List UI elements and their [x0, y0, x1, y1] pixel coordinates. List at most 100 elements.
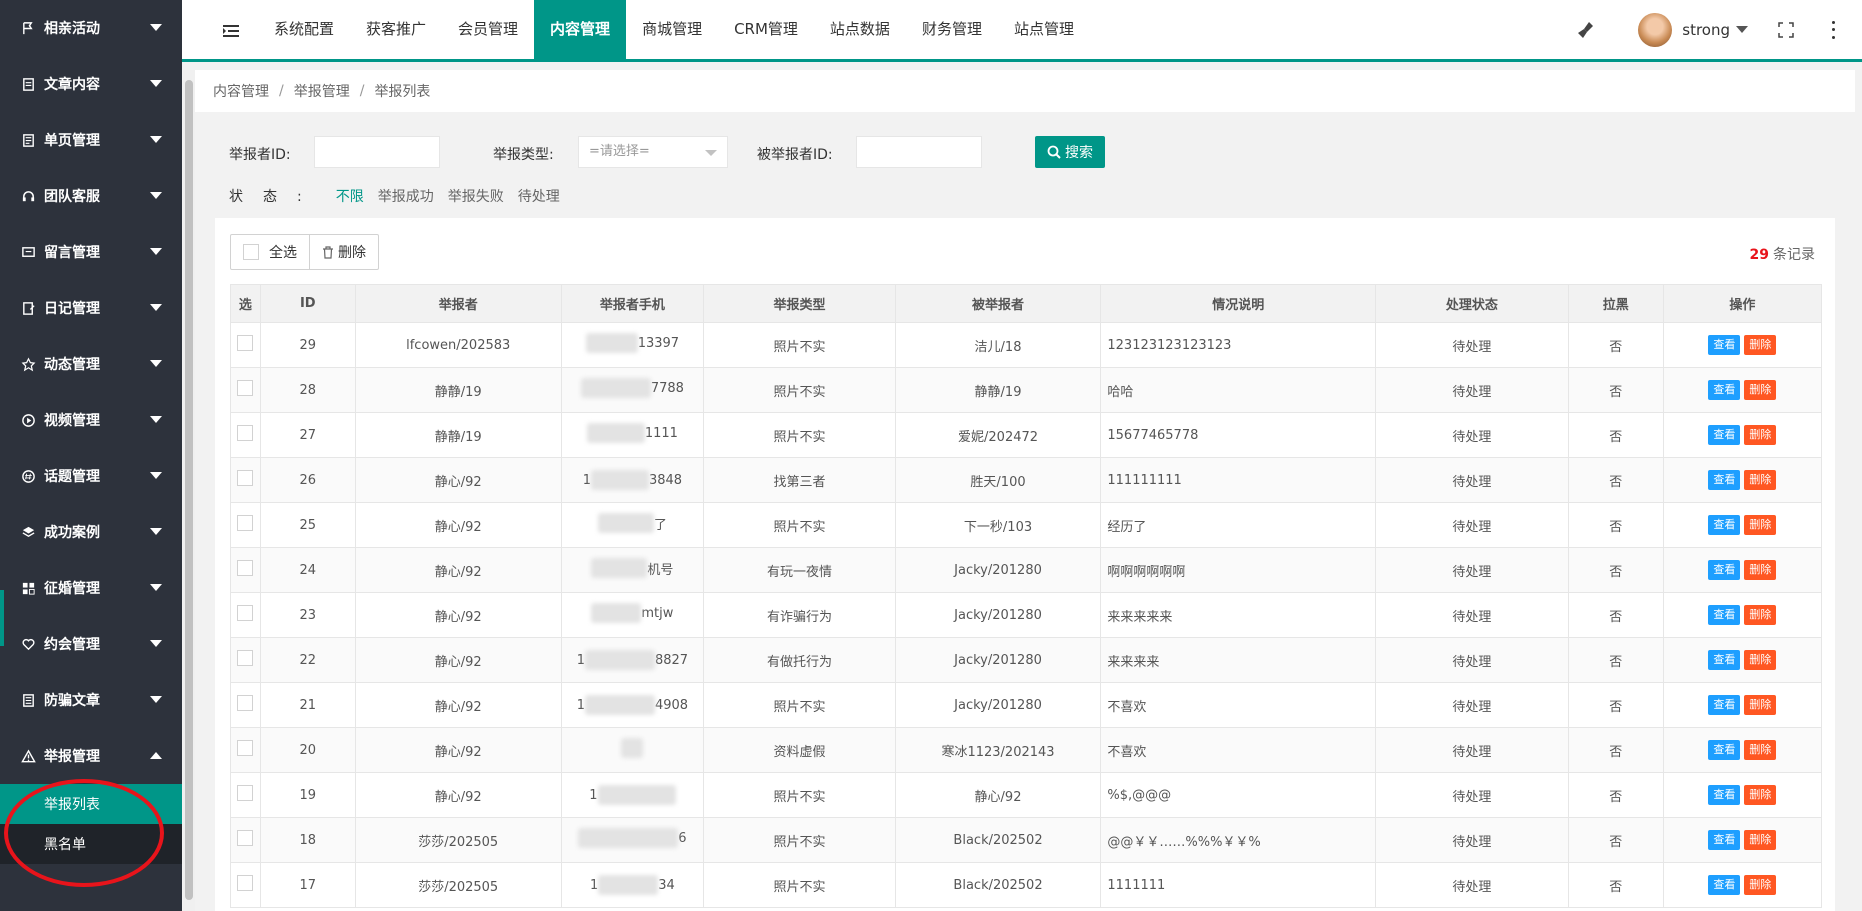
top-nav-item[interactable]: 站点数据 — [814, 0, 906, 59]
top-nav-item[interactable]: 系统配置 — [258, 0, 350, 59]
checkbox[interactable] — [243, 244, 259, 260]
row-checkbox[interactable] — [237, 830, 254, 846]
delete-button[interactable]: 删除 — [1744, 515, 1777, 535]
sidebar-item[interactable]: 话题管理 — [0, 448, 182, 504]
delete-button[interactable]: 删除 — [1744, 560, 1777, 580]
row-checkbox[interactable] — [237, 335, 254, 351]
delete-button[interactable]: 删除 — [1744, 740, 1777, 760]
delete-button[interactable]: 删除 — [1744, 830, 1777, 850]
sidebar-subitem-report-list[interactable]: 举报列表 — [0, 784, 182, 824]
sidebar-item[interactable]: 视频管理 — [0, 392, 182, 448]
record-count: 29 条记录 — [1750, 244, 1815, 264]
report-type-select[interactable]: =请选择= — [578, 136, 728, 168]
row-checkbox[interactable] — [237, 875, 254, 891]
cell-description: 15677465778 — [1100, 412, 1377, 458]
sidebar-subitem-blacklist[interactable]: 黑名单 — [0, 824, 182, 864]
reported-id-input[interactable] — [856, 136, 982, 168]
sidebar-item[interactable]: 成功案例 — [0, 504, 182, 560]
sidebar-item[interactable]: 留言管理 — [0, 224, 182, 280]
view-button[interactable]: 查看 — [1708, 740, 1741, 760]
cell-target: 洁儿/18 — [894, 322, 1102, 368]
cell-id: 28 — [259, 367, 356, 413]
sidebar-item[interactable]: 团队客服 — [0, 168, 182, 224]
fullscreen-icon[interactable] — [1778, 21, 1794, 38]
row-checkbox[interactable] — [237, 695, 254, 711]
delete-button[interactable]: 删除 — [1744, 785, 1777, 805]
status-option[interactable]: 举报成功 — [378, 189, 434, 205]
top-nav-item[interactable]: CRM管理 — [718, 0, 814, 59]
cell-status: 待处理 — [1375, 727, 1569, 773]
delete-button[interactable]: 删除 — [1744, 470, 1777, 490]
avatar[interactable] — [1638, 12, 1673, 47]
row-checkbox[interactable] — [237, 470, 254, 486]
sidebar-item[interactable]: 日记管理 — [0, 280, 182, 336]
top-nav-item[interactable]: 获客推广 — [350, 0, 442, 59]
top-nav-item[interactable]: 内容管理 — [534, 0, 627, 59]
diary-icon — [20, 300, 36, 316]
row-checkbox[interactable] — [237, 515, 254, 531]
broom-icon[interactable] — [1576, 20, 1596, 40]
delete-button[interactable]: 删除 — [1744, 695, 1777, 715]
more-icon[interactable] — [1830, 20, 1836, 39]
top-nav-item[interactable]: 会员管理 — [442, 0, 534, 59]
row-checkbox[interactable] — [237, 380, 254, 396]
top-nav-item[interactable]: 商城管理 — [626, 0, 718, 59]
scrollbar-thumb[interactable] — [185, 80, 193, 900]
view-button[interactable]: 查看 — [1708, 380, 1741, 400]
sidebar-item[interactable]: 单页管理 — [0, 112, 182, 168]
view-button[interactable]: 查看 — [1708, 515, 1741, 535]
view-button[interactable]: 查看 — [1708, 830, 1741, 850]
view-button[interactable]: 查看 — [1708, 875, 1741, 895]
table-header-cell: 举报者 — [354, 284, 562, 323]
row-checkbox[interactable] — [237, 560, 254, 576]
status-option[interactable]: 不限 — [336, 189, 364, 205]
report-type-placeholder: =请选择= — [589, 144, 650, 159]
delete-button[interactable]: 删除 — [1744, 650, 1777, 670]
username[interactable]: strong — [1682, 21, 1730, 39]
view-button[interactable]: 查看 — [1708, 470, 1741, 490]
delete-button[interactable]: 删除 — [1744, 425, 1777, 445]
delete-button[interactable]: 删除 — [1744, 380, 1777, 400]
sidebar-item[interactable]: 举报管理 — [0, 728, 182, 784]
sidebar-item[interactable]: 征婚管理 — [0, 560, 182, 616]
view-button[interactable]: 查看 — [1708, 605, 1741, 625]
view-button[interactable]: 查看 — [1708, 560, 1741, 580]
view-button[interactable]: 查看 — [1708, 335, 1741, 355]
select-all-button[interactable]: 全选 — [231, 235, 309, 269]
sidebar-item[interactable]: 动态管理 — [0, 336, 182, 392]
top-nav-item[interactable]: 财务管理 — [906, 0, 998, 59]
sidebar-item[interactable]: 相亲活动 — [0, 0, 182, 56]
menu-fold-icon[interactable] — [222, 22, 240, 40]
delete-button[interactable]: 删除 — [1744, 875, 1777, 895]
search-button[interactable]: 搜索 — [1035, 136, 1105, 168]
view-button[interactable]: 查看 — [1708, 785, 1741, 805]
reporter-id-input[interactable] — [314, 136, 440, 168]
phone-prefix: 1 — [576, 697, 585, 713]
delete-button[interactable]: 删除 — [1744, 605, 1777, 625]
breadcrumb-item[interactable]: 举报管理 — [294, 81, 350, 101]
breadcrumb-current: 举报列表 — [374, 84, 431, 100]
top-nav-item[interactable]: 站点管理 — [998, 0, 1090, 59]
cell-type: 照片不实 — [703, 367, 896, 413]
view-button[interactable]: 查看 — [1708, 650, 1741, 670]
view-button[interactable]: 查看 — [1708, 425, 1741, 445]
row-checkbox[interactable] — [237, 425, 254, 441]
cell-type: 照片不实 — [703, 862, 896, 908]
status-option[interactable]: 举报失败 — [448, 189, 504, 205]
delete-button[interactable]: 删除 — [1744, 335, 1777, 355]
sidebar-item[interactable]: 文章内容 — [0, 56, 182, 112]
chevron-down-icon[interactable] — [1736, 26, 1748, 33]
view-button[interactable]: 查看 — [1708, 695, 1741, 715]
status-option[interactable]: 待处理 — [518, 189, 560, 205]
record-count-number: 29 — [1749, 247, 1769, 263]
sidebar-item[interactable]: 防骗文章 — [0, 672, 182, 728]
row-checkbox[interactable] — [237, 605, 254, 621]
breadcrumb-item[interactable]: 内容管理 — [213, 81, 269, 101]
batch-delete-button[interactable]: 删除 — [309, 235, 378, 269]
scrollbar[interactable] — [183, 70, 195, 911]
cell-blacklist: 否 — [1567, 502, 1664, 548]
row-checkbox[interactable] — [237, 785, 254, 801]
sidebar-item[interactable]: 约会管理 — [0, 616, 182, 672]
row-checkbox[interactable] — [237, 740, 254, 756]
row-checkbox[interactable] — [237, 650, 254, 666]
